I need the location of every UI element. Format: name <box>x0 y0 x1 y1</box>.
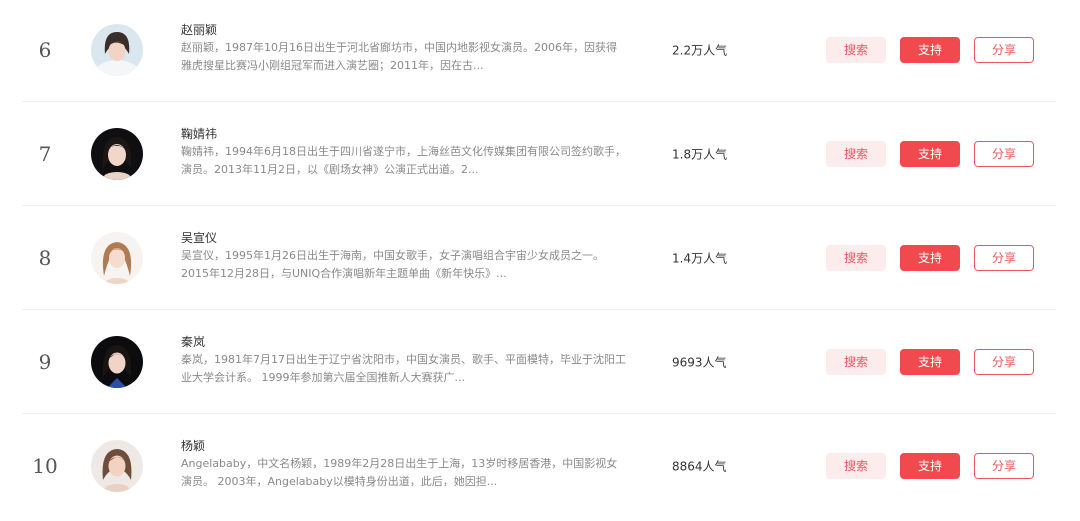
share-button[interactable]: 分享 <box>974 36 1034 63</box>
star-name[interactable]: 赵丽颖 <box>181 21 217 38</box>
avatar[interactable] <box>91 335 143 388</box>
ranking-row: 6 赵丽颖 赵丽颖，1987年10月16日出生于河北省廊坊市，中国内地影视女演员… <box>22 0 1056 102</box>
star-name[interactable]: 吴宣仪 <box>181 229 217 246</box>
popularity-count: 2.2万人气 <box>672 43 728 57</box>
support-button[interactable]: 支持 <box>900 244 960 271</box>
support-button[interactable]: 支持 <box>900 348 960 375</box>
star-name[interactable]: 秦岚 <box>181 333 205 350</box>
star-description: 赵丽颖，1987年10月16日出生于河北省廊坊市，中国内地影视女演员。2006年… <box>181 41 617 72</box>
search-button[interactable]: 搜索 <box>826 348 886 375</box>
popularity-count: 9693人气 <box>672 355 727 369</box>
avatar[interactable] <box>91 23 143 76</box>
search-button[interactable]: 搜索 <box>826 244 886 271</box>
rank-number: 9 <box>38 349 52 374</box>
rank-number: 6 <box>38 37 52 62</box>
star-description: Angelababy，中文名杨颖，1989年2月28日出生于上海，13岁时移居香… <box>181 457 618 488</box>
popularity-count: 1.8万人气 <box>672 147 728 161</box>
star-description: 吴宣仪，1995年1月26日出生于海南，中国女歌手，女子演唱组合宇宙少女成员之一… <box>181 249 604 280</box>
share-button[interactable]: 分享 <box>974 348 1034 375</box>
share-button[interactable]: 分享 <box>974 453 1034 479</box>
ranking-row: 10 杨颖 Angelababy，中文名杨颖，1989年2月28日出生于上海，1… <box>22 414 1056 518</box>
search-button[interactable]: 搜索 <box>826 140 886 167</box>
star-name[interactable]: 鞠婧祎 <box>181 125 217 142</box>
avatar[interactable] <box>91 127 143 180</box>
star-ranking-list: 6 赵丽颖 赵丽颖，1987年10月16日出生于河北省廊坊市，中国内地影视女演员… <box>0 0 1080 521</box>
share-button[interactable]: 分享 <box>974 244 1034 271</box>
avatar[interactable] <box>91 440 143 492</box>
search-button[interactable]: 搜索 <box>826 36 886 63</box>
star-description: 鞠婧祎，1994年6月18日出生于四川省遂宁市，上海丝芭文化传媒集团有限公司签约… <box>181 145 626 176</box>
star-name[interactable]: 杨颖 <box>181 437 205 454</box>
rank-number: 7 <box>38 141 52 166</box>
avatar[interactable] <box>91 231 143 284</box>
ranking-row: 9 秦岚 秦岚，1981年7月17日出生于辽宁省沈阳市，中国女演员、歌手、平面模… <box>22 310 1056 414</box>
star-description: 秦岚，1981年7月17日出生于辽宁省沈阳市，中国女演员、歌手、平面模特，毕业于… <box>181 353 626 384</box>
share-button[interactable]: 分享 <box>974 140 1034 167</box>
ranking-row: 7 鞠婧祎 鞠婧祎，1994年6月18日出生于四川省遂宁市，上海丝芭文化传媒集团… <box>22 102 1056 206</box>
support-button[interactable]: 支持 <box>900 453 960 479</box>
rank-number: 10 <box>32 454 58 478</box>
search-button[interactable]: 搜索 <box>826 453 886 479</box>
popularity-count: 1.4万人气 <box>672 251 728 265</box>
support-button[interactable]: 支持 <box>900 36 960 63</box>
popularity-count: 8864人气 <box>672 459 727 474</box>
rank-number: 8 <box>38 245 52 270</box>
ranking-row: 8 吴宣仪 吴宣仪，1995年1月26日出生于海南，中国女歌手，女子演唱组合宇宙… <box>22 206 1056 310</box>
support-button[interactable]: 支持 <box>900 140 960 167</box>
